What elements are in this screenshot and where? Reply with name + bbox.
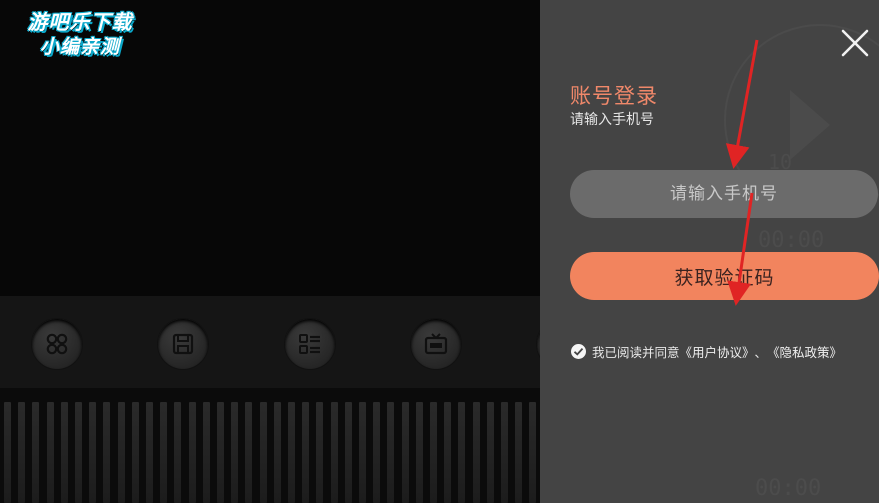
pad-key[interactable] [501, 402, 508, 503]
pad-key[interactable] [515, 402, 523, 503]
pad-key[interactable] [387, 402, 395, 503]
pad-key[interactable] [245, 402, 253, 503]
save-button[interactable] [157, 318, 209, 370]
pad-key[interactable] [231, 402, 239, 503]
pad-key[interactable] [458, 402, 466, 503]
check-icon [573, 347, 584, 356]
watermark-logo: 游吧乐下载 小编亲测 [10, 10, 150, 60]
pad-key[interactable] [217, 402, 224, 503]
pad-key[interactable] [444, 402, 452, 503]
pad-key[interactable] [188, 402, 196, 503]
pad-key[interactable] [103, 402, 111, 503]
list-button[interactable] [284, 318, 336, 370]
grid-icon [46, 333, 68, 355]
vip-tv-icon [424, 333, 448, 355]
grid-button[interactable] [31, 318, 83, 370]
pad-key[interactable] [288, 402, 295, 503]
pad-key[interactable] [89, 402, 97, 503]
ghost-time-readout-bottom: 00:00 [755, 476, 822, 501]
pad-key[interactable] [117, 402, 125, 503]
agreement-row: 我已阅读并同意 《用户协议》 、 《隐私政策》 [571, 342, 842, 360]
pad-key[interactable] [273, 402, 281, 503]
ghost-time-readout: 00:00 [758, 228, 825, 253]
pad-keys [0, 388, 540, 503]
watermark-line-2: 小编亲测 [39, 36, 120, 58]
pad-key[interactable] [302, 402, 310, 503]
pad-key[interactable] [472, 402, 480, 503]
close-icon[interactable] [838, 26, 872, 60]
pad-key[interactable] [486, 402, 494, 503]
watermark-line-1: 游吧乐下载 [27, 10, 133, 34]
bottom-toolbar [0, 296, 540, 388]
pad-key[interactable] [330, 402, 338, 503]
pad-key[interactable] [401, 402, 409, 503]
agreement-separator: 、 [754, 344, 768, 360]
pad-key[interactable] [529, 402, 537, 503]
pad-key[interactable] [174, 402, 182, 503]
pad-key[interactable] [359, 402, 366, 503]
pad-key[interactable] [430, 402, 437, 503]
pad-key[interactable] [316, 402, 324, 503]
pad-key[interactable] [18, 402, 26, 503]
pad-key[interactable] [344, 402, 352, 503]
pad-key[interactable] [4, 402, 11, 503]
pad-key[interactable] [131, 402, 139, 503]
login-subtitle: 请输入手机号 [570, 112, 654, 128]
pad-key[interactable] [415, 402, 423, 503]
agree-checkbox[interactable] [571, 343, 586, 359]
save-icon [172, 333, 194, 355]
pad-key[interactable] [46, 402, 54, 503]
pad-key[interactable] [32, 402, 40, 503]
pad-key[interactable] [373, 402, 381, 503]
pad-key[interactable] [202, 402, 210, 503]
app-background: 游吧乐下载 小编亲测 [0, 0, 540, 503]
pad-key[interactable] [146, 402, 153, 503]
privacy-policy-link[interactable]: 《隐私政策》 [767, 342, 842, 361]
list-icon [299, 334, 320, 354]
pad-key[interactable] [75, 402, 82, 503]
phone-input[interactable] [570, 170, 878, 218]
pad-key[interactable] [259, 402, 267, 503]
user-agreement-link[interactable]: 《用户协议》 [680, 342, 755, 361]
login-panel: 10 00:00 00:00 账号登录 请输入手机号 获取验证码 我已阅读并同意… [540, 0, 879, 503]
pad-key[interactable] [60, 402, 68, 503]
agree-text: 我已阅读并同意 [592, 344, 680, 360]
vip-button[interactable] [410, 318, 462, 370]
login-title: 账号登录 [570, 84, 658, 108]
pad-key[interactable] [160, 402, 168, 503]
get-code-button[interactable]: 获取验证码 [570, 252, 879, 300]
